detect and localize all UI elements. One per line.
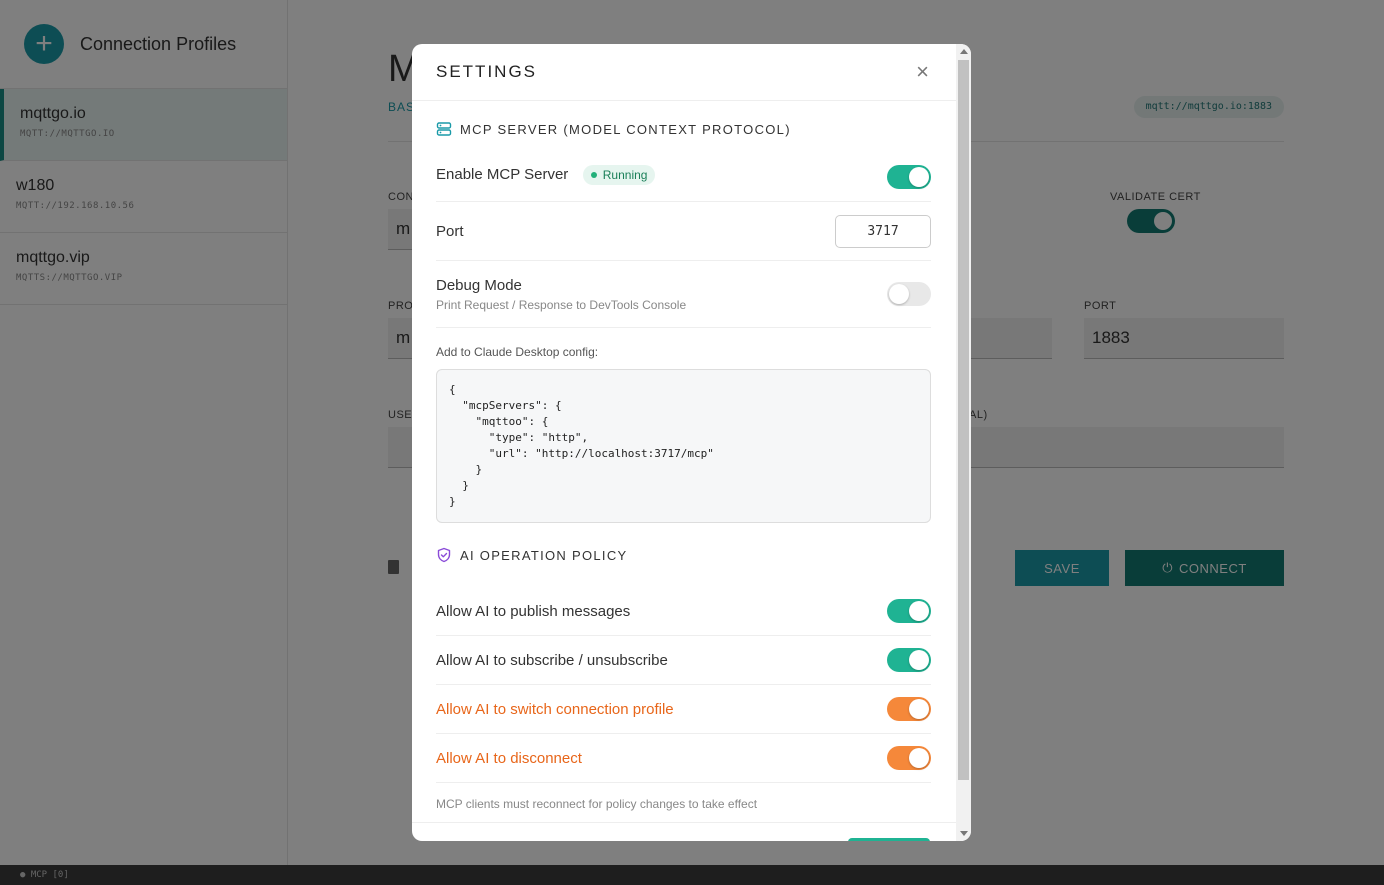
dialog-title: SETTINGS (436, 62, 538, 81)
close-icon[interactable]: × (916, 61, 929, 83)
policy-row-subscribe: Allow AI to subscribe / unsubscribe (436, 636, 931, 685)
settings-dialog: SETTINGS × MCP SERVER (MODEL CONTEXT PRO… (412, 44, 971, 841)
dialog-footer-button[interactable] (848, 838, 930, 841)
disconnect-toggle[interactable] (887, 746, 931, 770)
policy-row-publish: Allow AI to publish messages (436, 587, 931, 636)
status-bar: ● MCP [0] (0, 865, 1384, 885)
shield-check-icon (437, 547, 451, 563)
policy-label-publish: Allow AI to publish messages (436, 602, 631, 620)
port-label: Port (436, 222, 464, 240)
mcp-section-title: MCP SERVER (MODEL CONTEXT PROTOCOL) (460, 121, 791, 137)
enable-mcp-label-group: Enable MCP Server Running (436, 157, 656, 185)
scroll-thumb[interactable] (958, 60, 969, 780)
port-row: Port 3717 (436, 202, 931, 261)
policy-row-switch-profile: Allow AI to switch connection profile (436, 685, 931, 734)
scroll-up-arrow-icon[interactable] (960, 49, 968, 54)
policy-section-header: AI OPERATION POLICY (436, 523, 931, 587)
enable-mcp-toggle[interactable] (887, 165, 931, 189)
switch-profile-toggle[interactable] (887, 697, 931, 721)
dialog-body: MCP SERVER (MODEL CONTEXT PROTOCOL) Enab… (436, 101, 931, 811)
publish-toggle[interactable] (887, 599, 931, 623)
dialog-header: SETTINGS × (412, 44, 971, 101)
policy-label-disconnect: Allow AI to disconnect (436, 749, 582, 767)
server-icon (436, 122, 452, 136)
scroll-down-arrow-icon[interactable] (960, 831, 968, 836)
debug-row: Debug Mode Print Request / Response to D… (436, 261, 931, 328)
policy-label-subscribe: Allow AI to subscribe / unsubscribe (436, 651, 668, 669)
dialog-scrollbar[interactable] (956, 44, 971, 841)
enable-mcp-row: Enable MCP Server Running (436, 157, 931, 202)
policy-label-switch-profile: Allow AI to switch connection profile (436, 700, 674, 718)
config-code-block[interactable]: { "mcpServers": { "mqttoo": { "type": "h… (436, 369, 931, 523)
debug-toggle[interactable] (887, 282, 931, 306)
policy-footnote: MCP clients must reconnect for policy ch… (436, 797, 758, 811)
status-dot (590, 172, 597, 178)
debug-label: Debug Mode (436, 276, 522, 294)
status-badge: Running (582, 165, 656, 185)
subscribe-toggle[interactable] (887, 648, 931, 672)
debug-sublabel: Print Request / Response to DevTools Con… (436, 297, 687, 312)
dialog-footer-divider (412, 822, 956, 823)
status-badge-text: Running (602, 168, 648, 182)
policy-row-disconnect: Allow AI to disconnect (436, 734, 931, 783)
config-label: Add to Claude Desktop config: (436, 345, 599, 359)
mcp-section-header: MCP SERVER (MODEL CONTEXT PROTOCOL) (436, 101, 931, 157)
debug-label-group: Debug Mode Print Request / Response to D… (436, 277, 686, 312)
mcp-port-input[interactable]: 3717 (835, 214, 931, 248)
enable-mcp-label: Enable MCP Server (436, 166, 569, 184)
policy-section-title: AI OPERATION POLICY (460, 547, 628, 563)
